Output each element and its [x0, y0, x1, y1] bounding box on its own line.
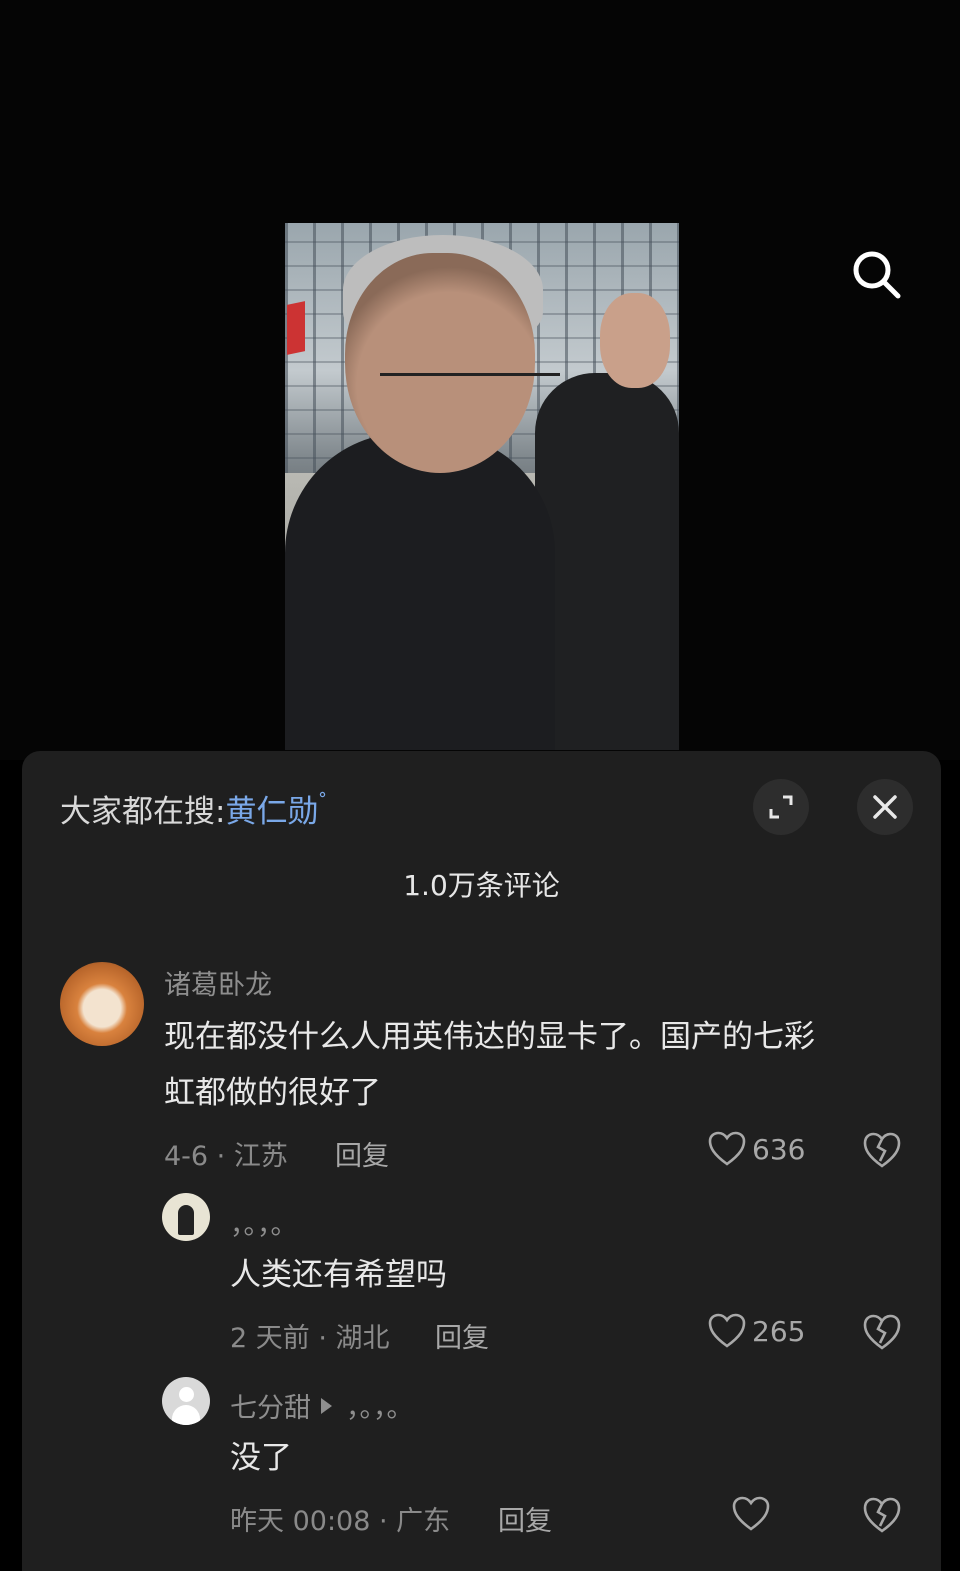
comment-meta: 4-6 · 江苏 — [164, 1141, 288, 1172]
comment-count: 1.0万条评论 — [403, 869, 560, 902]
main-person-body — [285, 433, 555, 750]
comment-text: 没了 — [230, 1440, 292, 1476]
reply-button[interactable]: 回复 — [498, 1499, 552, 1538]
broken-heart-icon — [863, 1132, 901, 1168]
video-frame[interactable] — [285, 223, 679, 750]
background-person-body — [535, 373, 679, 750]
like-count: 265 — [752, 1314, 806, 1348]
reply-to-username[interactable]: ，。，。 — [346, 1393, 414, 1424]
trending-prefix: 大家都在搜: — [60, 794, 226, 830]
comment-username[interactable]: 诸葛卧龙 — [164, 963, 272, 1002]
expand-button[interactable] — [753, 779, 809, 835]
comment-username[interactable]: ，。，。 — [230, 1203, 298, 1242]
avatar[interactable] — [60, 962, 144, 1046]
keyword-search-icon: ᐤ — [318, 786, 327, 810]
broken-heart-icon — [863, 1497, 901, 1533]
video-area[interactable] — [0, 0, 960, 760]
comment-text: 人类还有希望吗 — [230, 1257, 447, 1293]
main-person-head — [345, 253, 535, 473]
avatar-body — [172, 1405, 200, 1425]
reply-arrow-icon — [321, 1398, 332, 1414]
close-icon — [873, 795, 897, 819]
like-button[interactable]: 265 — [708, 1313, 805, 1349]
reply-button[interactable]: 回复 — [435, 1316, 489, 1355]
comment-username-thread: 七分甜 ，。，。 — [230, 1386, 414, 1425]
search-button[interactable] — [848, 246, 904, 302]
trending-search[interactable]: 大家都在搜:黄仁勋ᐤ — [60, 786, 326, 831]
comment-username[interactable]: 七分甜 — [230, 1393, 311, 1424]
comment-text: 现在都没什么人用英伟达的显卡了。国产的七彩 虹都做的很好了 — [164, 1019, 815, 1111]
broken-heart-icon — [863, 1314, 901, 1350]
search-icon — [853, 251, 901, 299]
avatar-figure — [178, 1205, 194, 1235]
background-flag — [287, 301, 305, 355]
expand-icon — [769, 795, 793, 819]
dislike-button[interactable] — [862, 1496, 902, 1536]
comment-sheet: 大家都在搜:黄仁勋ᐤ 1.0万条评论 诸葛卧龙 现在都没什么人用英伟达的显卡了。… — [22, 751, 941, 1571]
reply-button[interactable]: 回复 — [335, 1134, 389, 1173]
comment-meta: 昨天 00:08 · 广东 — [230, 1506, 451, 1537]
like-button[interactable] — [732, 1496, 770, 1532]
avatar-head — [179, 1387, 194, 1402]
heart-icon — [708, 1131, 746, 1166]
close-button[interactable] — [857, 779, 913, 835]
background-person-head — [600, 293, 670, 388]
main-person-glasses — [380, 373, 560, 406]
heart-icon — [732, 1496, 770, 1531]
avatar[interactable] — [162, 1377, 210, 1425]
comment-meta: 2 天前 · 湖北 — [230, 1323, 390, 1354]
dislike-button[interactable] — [862, 1131, 902, 1171]
like-count: 636 — [752, 1132, 806, 1166]
trending-keyword[interactable]: 黄仁勋 — [225, 794, 318, 830]
dislike-button[interactable] — [862, 1313, 902, 1353]
like-button[interactable]: 636 — [708, 1131, 805, 1167]
avatar[interactable] — [162, 1193, 210, 1241]
heart-icon — [708, 1313, 746, 1348]
